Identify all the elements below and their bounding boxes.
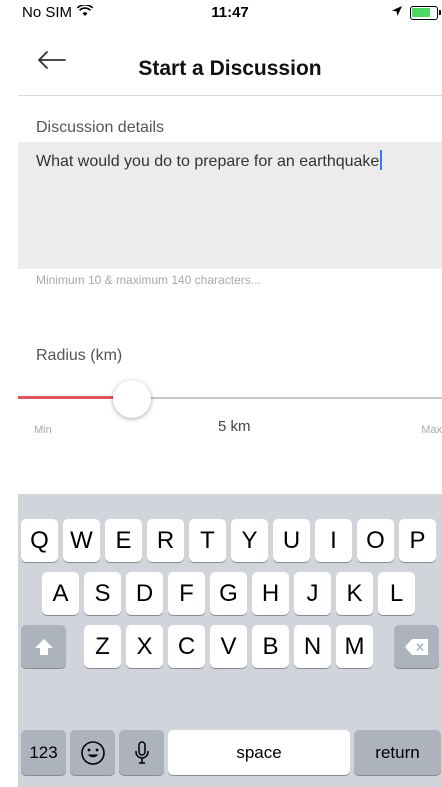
radius-label: Radius (km) bbox=[36, 347, 123, 364]
key-k[interactable]: K bbox=[336, 572, 373, 615]
return-key[interactable]: return bbox=[354, 730, 441, 775]
key-t[interactable]: T bbox=[189, 519, 226, 562]
microphone-icon bbox=[134, 740, 149, 764]
numbers-key[interactable]: 123 bbox=[21, 730, 66, 775]
discussion-details-input[interactable]: What would you do to prepare for an eart… bbox=[18, 142, 442, 269]
key-c[interactable]: C bbox=[168, 625, 205, 668]
key-v[interactable]: V bbox=[210, 625, 247, 668]
app-frame: No SIM 11:47 Start a Discussion Discussi… bbox=[18, 0, 442, 787]
discussion-details-text: What would you do to prepare for an eart… bbox=[36, 153, 380, 170]
slider-thumb[interactable] bbox=[113, 380, 151, 418]
emoji-icon bbox=[80, 740, 105, 765]
backspace-icon bbox=[404, 638, 428, 655]
key-e[interactable]: E bbox=[105, 519, 142, 562]
key-q[interactable]: Q bbox=[21, 519, 58, 562]
radius-slider[interactable] bbox=[18, 380, 442, 418]
key-n[interactable]: N bbox=[294, 625, 331, 668]
key-u[interactable]: U bbox=[273, 519, 310, 562]
key-g[interactable]: G bbox=[210, 572, 247, 615]
key-m[interactable]: M bbox=[336, 625, 373, 668]
page-title: Start a Discussion bbox=[138, 57, 322, 80]
slider-max-label: Max bbox=[421, 424, 442, 436]
key-r[interactable]: R bbox=[147, 519, 184, 562]
text-caret bbox=[380, 150, 383, 170]
key-w[interactable]: W bbox=[63, 519, 100, 562]
nav-bar: Start a Discussion bbox=[18, 24, 442, 96]
keyboard: QWERTYUIOP ASDFGHJKL ZXCVBNM 123 space r… bbox=[18, 494, 442, 787]
key-l[interactable]: L bbox=[378, 572, 415, 615]
status-bar: No SIM 11:47 bbox=[18, 0, 442, 24]
key-a[interactable]: A bbox=[42, 572, 79, 615]
key-h[interactable]: H bbox=[252, 572, 289, 615]
space-key[interactable]: space bbox=[168, 730, 350, 775]
key-x[interactable]: X bbox=[126, 625, 163, 668]
key-i[interactable]: I bbox=[315, 519, 352, 562]
status-right bbox=[391, 4, 441, 22]
slider-value-label: 5 km bbox=[218, 418, 251, 435]
key-z[interactable]: Z bbox=[84, 625, 121, 668]
battery-icon bbox=[410, 6, 441, 20]
shift-key[interactable] bbox=[21, 625, 66, 668]
details-label: Discussion details bbox=[36, 119, 165, 136]
status-time: 11:47 bbox=[211, 4, 249, 21]
key-p[interactable]: P bbox=[399, 519, 436, 562]
slider-min-label: Min bbox=[34, 424, 52, 436]
key-j[interactable]: J bbox=[294, 572, 331, 615]
key-d[interactable]: D bbox=[126, 572, 163, 615]
key-f[interactable]: F bbox=[168, 572, 205, 615]
location-arrow-icon bbox=[391, 4, 403, 22]
character-hint: Minimum 10 & maximum 140 characters... bbox=[36, 273, 261, 287]
key-s[interactable]: S bbox=[84, 572, 121, 615]
key-y[interactable]: Y bbox=[231, 519, 268, 562]
emoji-key[interactable] bbox=[70, 730, 115, 775]
dictation-key[interactable] bbox=[119, 730, 164, 775]
shift-arrow-icon bbox=[34, 638, 53, 655]
key-b[interactable]: B bbox=[252, 625, 289, 668]
key-o[interactable]: O bbox=[357, 519, 394, 562]
delete-key[interactable] bbox=[394, 625, 439, 668]
